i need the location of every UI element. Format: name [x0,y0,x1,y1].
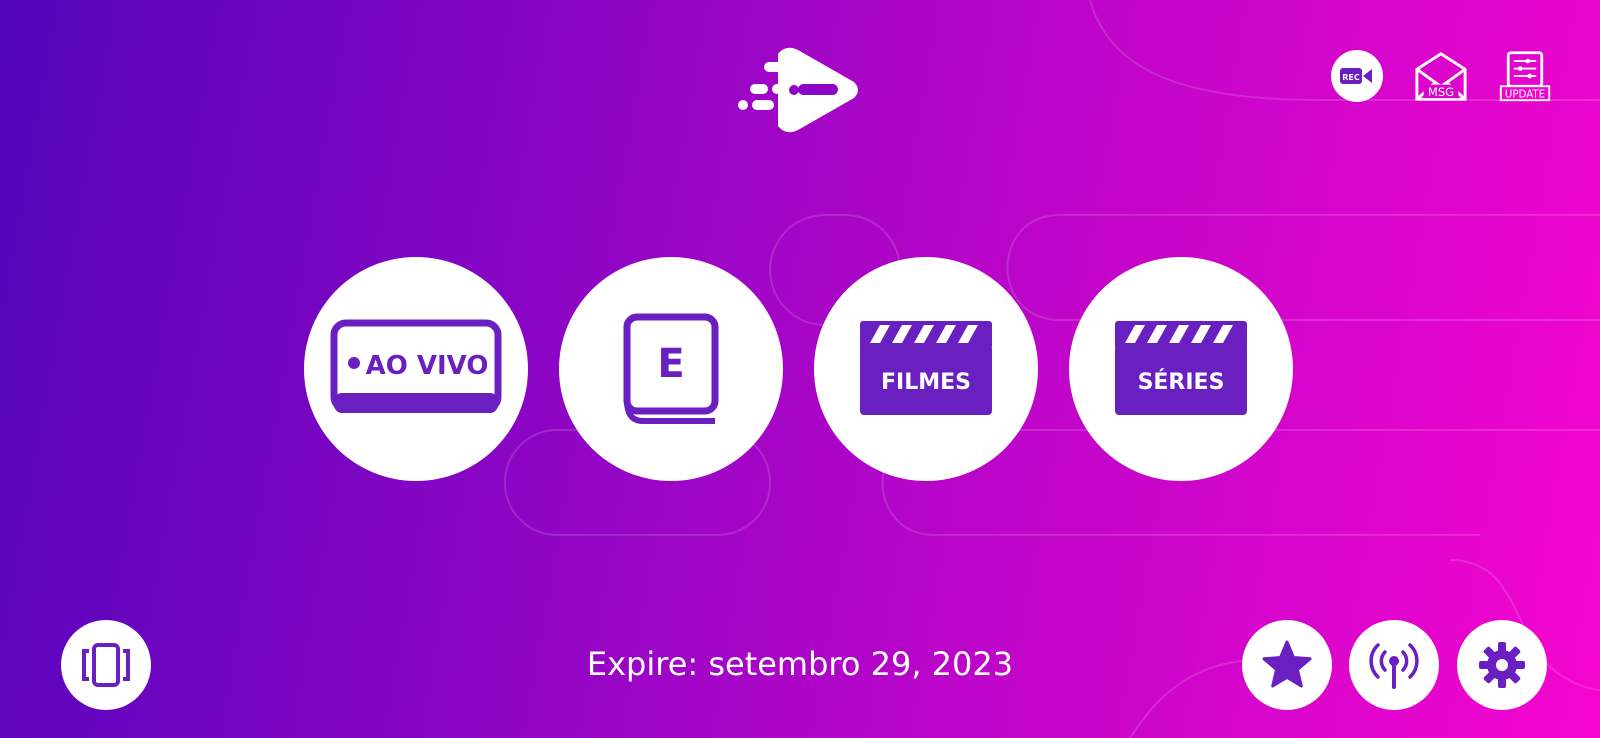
expiration-label: Expire: setembro 29, 2023 [586,645,1014,683]
messages-button[interactable]: MSG [1414,48,1468,104]
multiscreen-icon [82,643,130,687]
movies-button[interactable]: FILMES [814,257,1038,481]
epg-label: E [657,341,684,387]
star-icon [1262,640,1312,688]
broadcast-icon [1369,643,1419,689]
gear-icon [1479,642,1525,688]
record-button[interactable]: REC [1330,48,1384,104]
record-icon: REC [1331,50,1383,102]
settings-button[interactable] [1457,620,1547,710]
live-tv-icon: AO VIVO [330,319,502,413]
main-menu: AO VIVO E FILMES SÉRIES [304,257,1293,481]
update-icon: UPDATE [1499,51,1551,102]
rec-label: REC [1342,73,1360,82]
favorites-button[interactable] [1242,620,1332,710]
series-button[interactable]: SÉRIES [1069,257,1293,481]
top-toolbar: REC MSG UPDATE [1330,48,1552,104]
epg-button[interactable]: E [559,257,783,481]
epg-book-icon: E [623,313,719,424]
broadcast-button[interactable] [1349,620,1439,710]
multiscreen-button[interactable] [61,620,151,710]
msg-label: MSG [1428,85,1454,99]
live-tv-label: AO VIVO [366,351,489,381]
app-logo-icon [738,47,858,133]
movies-label: FILMES [881,370,971,395]
clapperboard-icon: SÉRIES [1115,321,1247,415]
series-label: SÉRIES [1138,369,1225,395]
update-label: UPDATE [1505,88,1545,100]
envelope-icon: MSG [1415,52,1467,101]
clapperboard-icon: FILMES [860,321,992,415]
live-tv-button[interactable]: AO VIVO [304,257,528,481]
update-button[interactable]: UPDATE [1498,48,1552,104]
